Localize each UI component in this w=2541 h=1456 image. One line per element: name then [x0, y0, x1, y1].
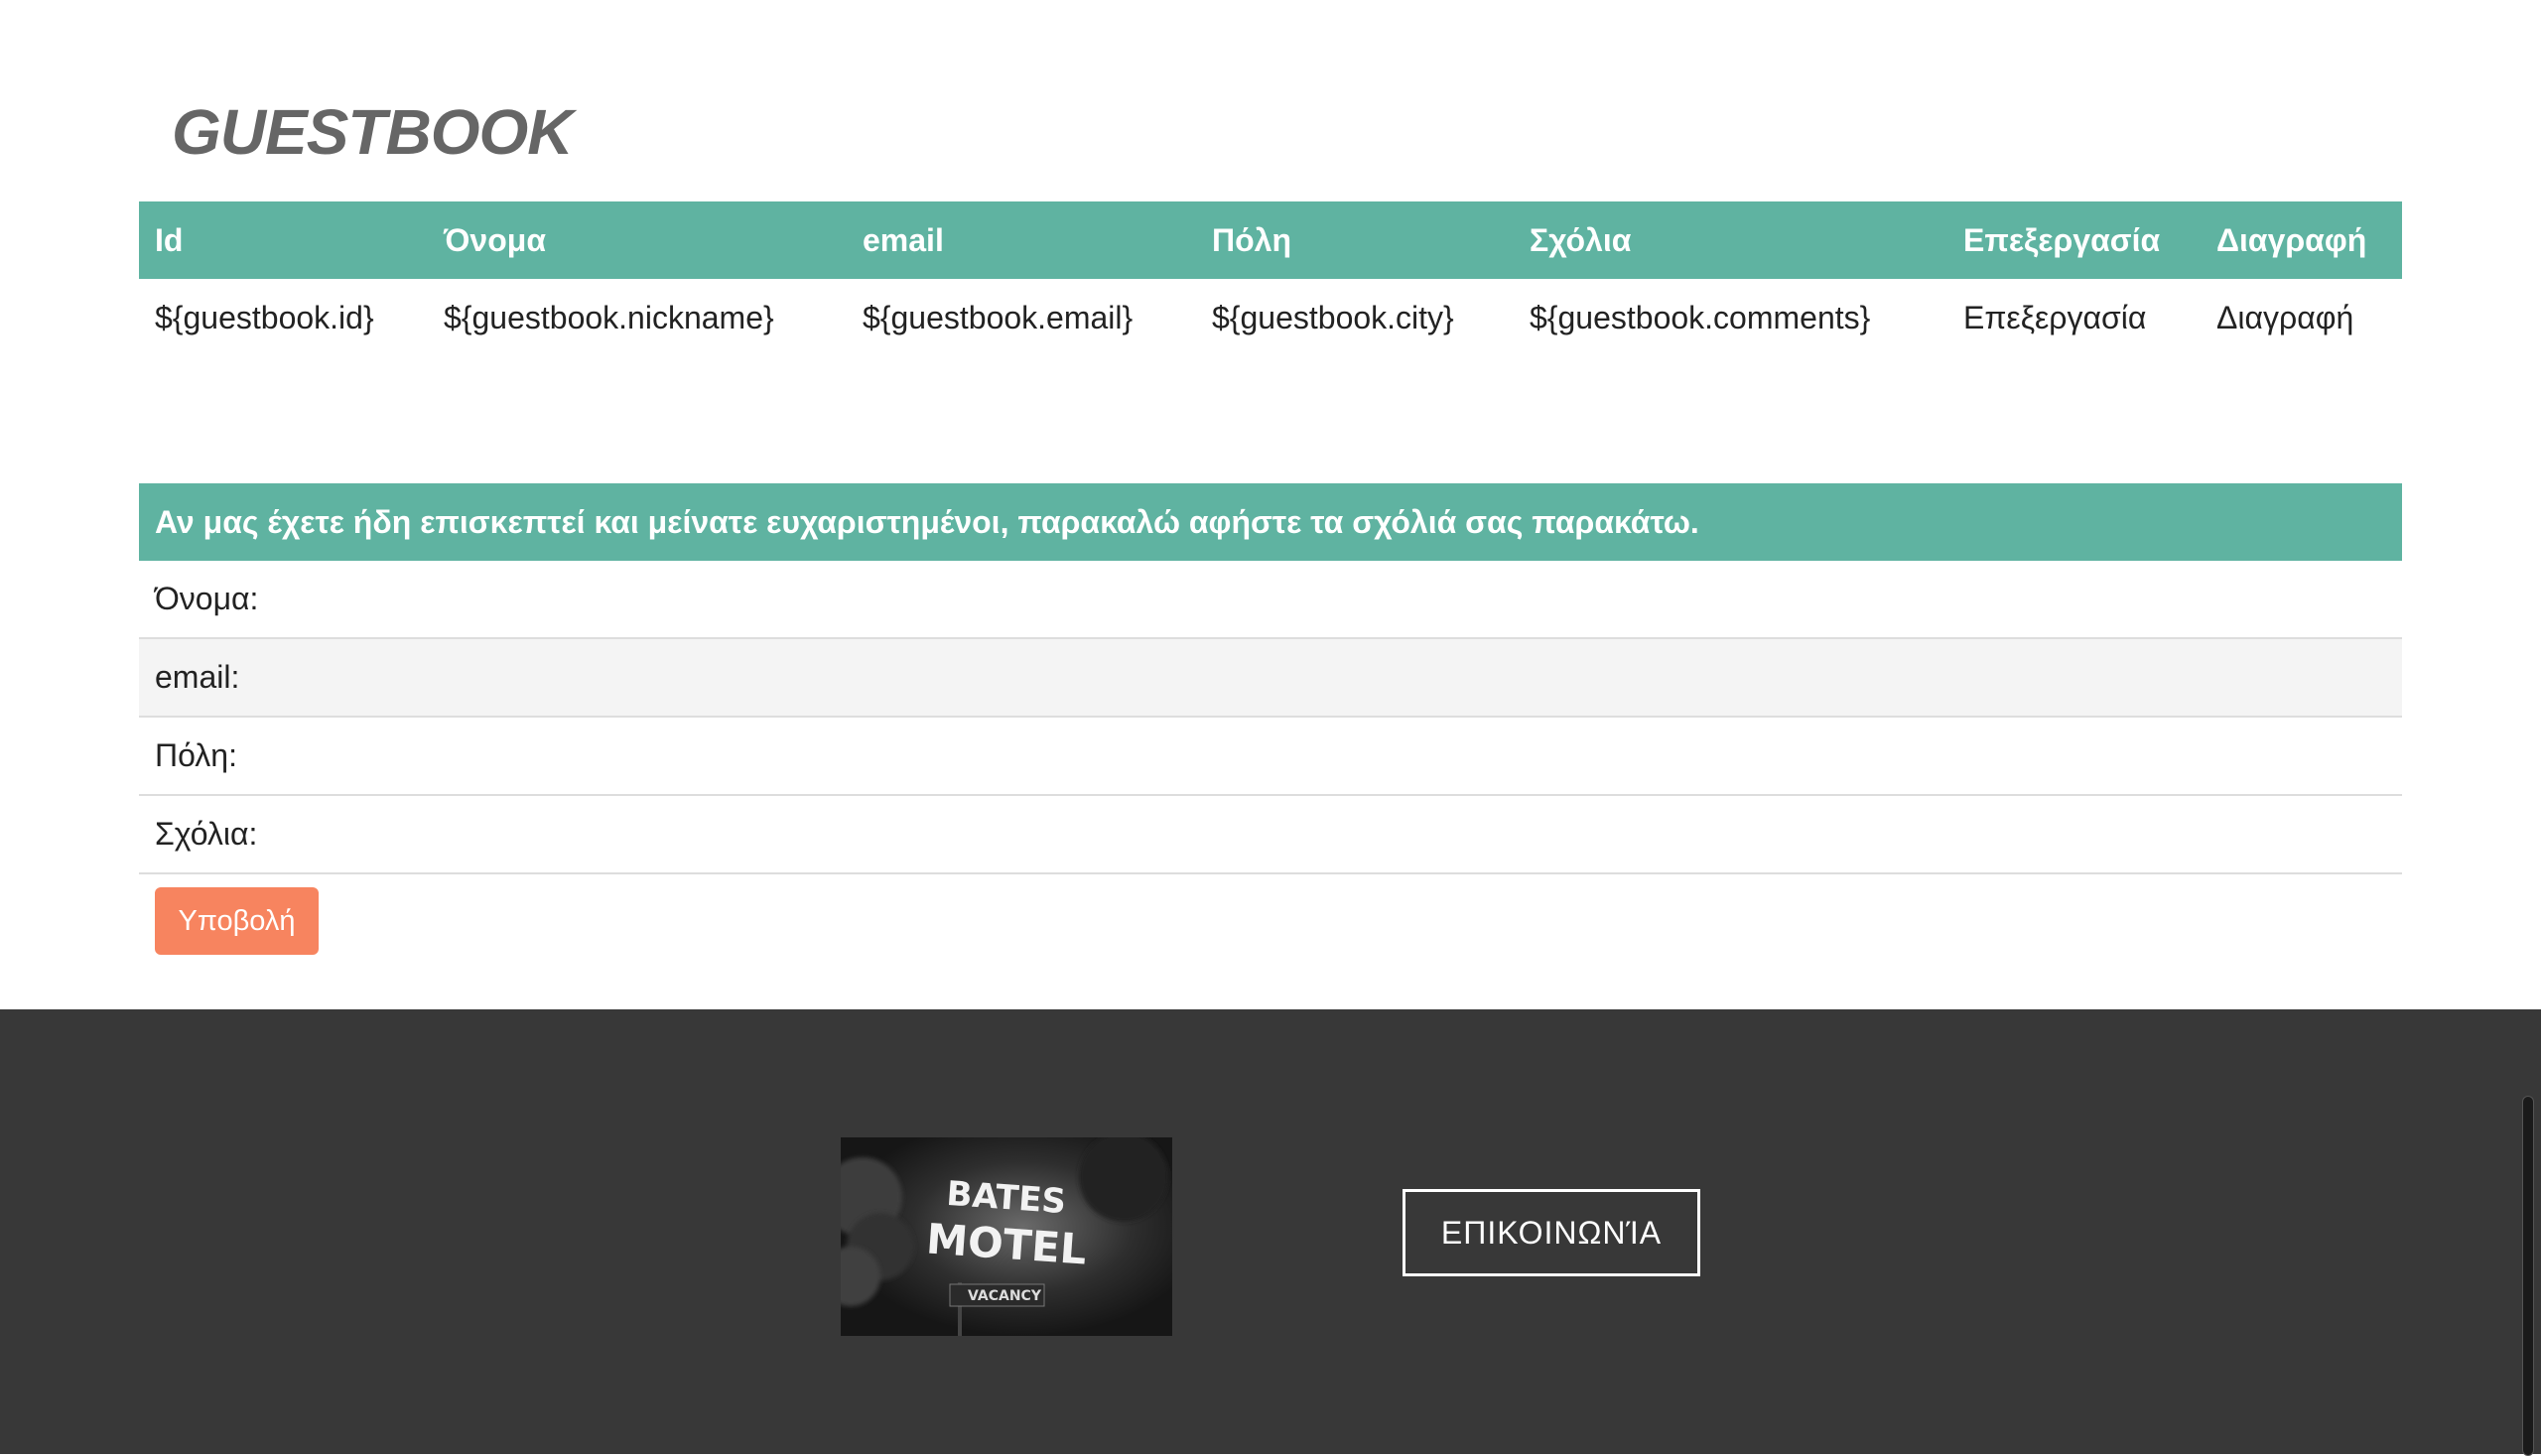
bates-motel-image: BATES MOTEL VACANCY	[841, 1137, 1172, 1336]
form-header: Αν μας έχετε ήδη επισκεπτεί και μείνατε …	[139, 483, 2402, 561]
delete-link[interactable]: Διαγραφή	[2201, 279, 2402, 356]
email-field[interactable]: email:	[139, 639, 2402, 718]
column-header-delete: Διαγραφή	[2201, 201, 2402, 279]
column-header-id: Id	[139, 201, 428, 279]
comment-form: Αν μας έχετε ήδη επισκεπτεί και μείνατε …	[139, 483, 2402, 874]
column-header-city: Πόλη	[1196, 201, 1514, 279]
footer	[0, 1009, 2541, 1454]
column-header-name: Όνομα	[428, 201, 847, 279]
cell-email: ${guestbook.email}	[863, 299, 1134, 335]
page-title: GUESTBOOK	[172, 96, 573, 168]
city-field[interactable]: Πόλη:	[139, 718, 2402, 796]
contact-button[interactable]: ΕΠΙΚΟΙΝΩΝΊΑ	[1403, 1189, 1700, 1276]
table-header-row: Id Όνομα email Πόλη Σχόλια Επεξεργασία Δ…	[139, 201, 2402, 279]
cell-city: ${guestbook.city}	[1212, 299, 1454, 335]
motel-sign-text-vacancy: VACANCY	[968, 1288, 1042, 1304]
guestbook-table: Id Όνομα email Πόλη Σχόλια Επεξεργασία Δ…	[139, 201, 2402, 356]
name-field[interactable]: Όνομα:	[139, 561, 2402, 639]
scrollbar-thumb[interactable]	[2522, 1096, 2534, 1456]
edit-link[interactable]: Επεξεργασία	[1947, 279, 2201, 356]
column-header-email: email	[847, 201, 1196, 279]
comments-field[interactable]: Σχόλια:	[139, 796, 2402, 874]
table-row: ${guestbook.id} ${guestbook.nickname} ${…	[139, 279, 2402, 356]
cell-name: ${guestbook.nickname}	[444, 299, 774, 335]
cell-comments: ${guestbook.comments}	[1530, 299, 1871, 335]
motel-sign-text-bates: BATES	[945, 1174, 1067, 1222]
cell-id: ${guestbook.id}	[155, 299, 374, 335]
column-header-edit: Επεξεργασία	[1947, 201, 2201, 279]
submit-button[interactable]: Υποβολή	[155, 887, 319, 955]
column-header-comments: Σχόλια	[1514, 201, 1947, 279]
